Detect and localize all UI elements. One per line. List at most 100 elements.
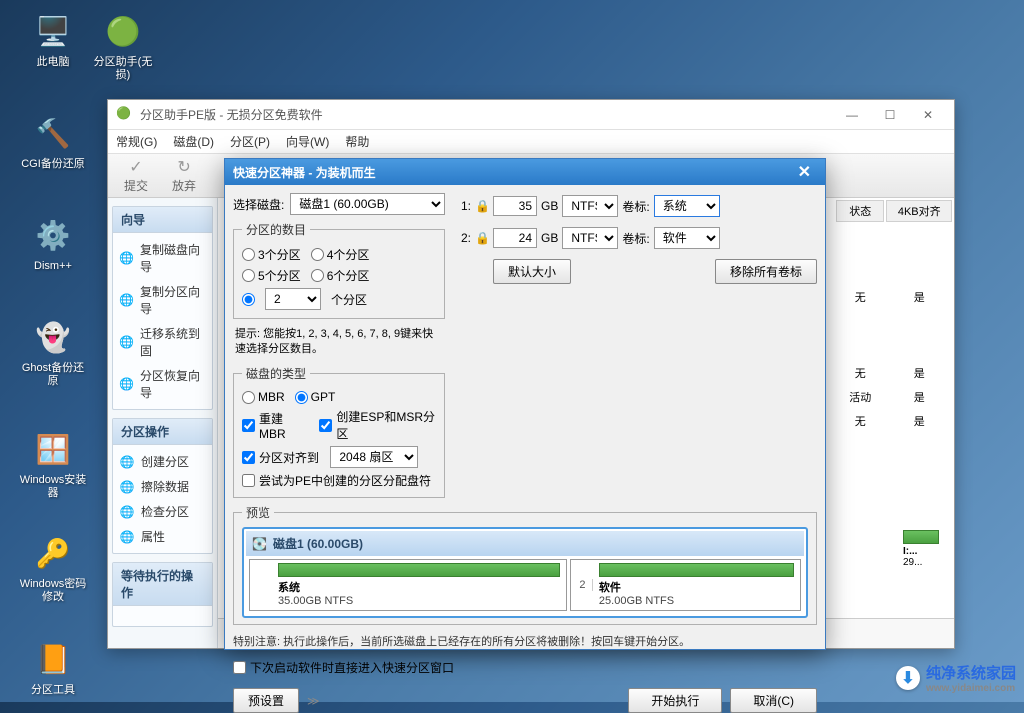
sidebar-item-copy-partition[interactable]: 🌐复制分区向导 [117, 279, 208, 321]
desktop-icon-cgi[interactable]: 🔨CGI备份还原 [18, 112, 88, 171]
custom-count-select[interactable]: 2 [265, 288, 321, 310]
part2-size-input[interactable] [493, 228, 537, 248]
hammer-icon: 🔨 [32, 112, 74, 154]
preview-fieldset: 预览 💽磁盘1 (60.00GB) 系统35.00GB NTFS 2 软件25.… [233, 504, 817, 625]
lock-icon[interactable]: 🔒 [475, 231, 489, 245]
part2-vol-select[interactable]: 软件 [654, 227, 720, 249]
desktop-icon-dism[interactable]: ⚙️Dism++ [18, 214, 88, 273]
props-icon: 🌐 [119, 529, 135, 545]
toolbar-commit[interactable]: ✓提交 [116, 155, 156, 196]
menu-partition[interactable]: 分区(P) [230, 133, 270, 150]
menu-disk[interactable]: 磁盘(D) [173, 133, 214, 150]
sidebar-item-check[interactable]: 🌐检查分区 [117, 499, 208, 524]
desktop-icon-winpass[interactable]: 🔑Windows密码修改 [18, 532, 88, 604]
create-icon: 🌐 [119, 454, 135, 470]
pc-icon: 🖥️ [32, 10, 74, 52]
wipe-icon: 🌐 [119, 479, 135, 495]
radio-gpt[interactable]: GPT [295, 390, 336, 404]
menu-general[interactable]: 常规(G) [116, 133, 157, 150]
windows-icon: 🪟 [32, 428, 74, 470]
preview-part-2[interactable]: 2 软件25.00GB NTFS [570, 559, 801, 611]
app-icon: 🟢 [116, 106, 134, 124]
menubar: 常规(G) 磁盘(D) 分区(P) 向导(W) 帮助 [108, 130, 954, 154]
i-drive-indicator: I:... 29... [903, 530, 939, 568]
migrate-icon: 🌐 [119, 334, 134, 350]
chk-rebuild-mbr[interactable] [242, 419, 255, 432]
dialog-close-button[interactable]: ✕ [792, 162, 817, 182]
sidebar-item-recover[interactable]: 🌐分区恢复向导 [117, 363, 208, 405]
sidebar-item-create[interactable]: 🌐创建分区 [117, 449, 208, 474]
hint-text: 提示: 您能按1, 2, 3, 4, 5, 6, 7, 8, 9键来快速选择分区… [233, 325, 445, 359]
gear-icon: ⚙️ [32, 214, 74, 256]
part2-fs-select[interactable]: NTFS [562, 227, 618, 249]
watermark: ⬇ 纯净系统家园 www.yidaimei.com [896, 662, 1016, 694]
titlebar: 🟢 分区助手PE版 - 无损分区免费软件 — ☐ ✕ [108, 100, 954, 130]
chk-esp-msr[interactable] [319, 419, 332, 432]
quick-partition-dialog: 快速分区神器 - 为装机而生 ✕ 选择磁盘: 磁盘1 (60.00GB) 分区的… [224, 158, 826, 650]
toolbar-discard[interactable]: ↻放弃 [164, 155, 204, 196]
disk-select[interactable]: 磁盘1 (60.00GB) [290, 193, 445, 215]
key-icon: 🔑 [32, 532, 74, 574]
preview-disk-header: 💽磁盘1 (60.00GB) [246, 531, 804, 556]
watermark-icon: ⬇ [896, 666, 920, 690]
partition-table: 状态4KB对齐 无是 无是 活动是 无是 [834, 198, 954, 434]
chk-assign-letter[interactable] [242, 474, 255, 487]
radio-custom[interactable] [242, 293, 255, 306]
partition-count-fieldset: 分区的数目 3个分区 4个分区 5个分区 6个分区 2 个分区 [233, 221, 445, 319]
menu-wizard[interactable]: 向导(W) [286, 133, 329, 150]
check-icon: 🌐 [119, 504, 135, 520]
sidebar: 向导 🌐复制磁盘向导 🌐复制分区向导 🌐迁移系统到固 🌐分区恢复向导 分区操作 … [108, 198, 218, 648]
clear-labels-button[interactable]: 移除所有卷标 [715, 259, 817, 284]
radio-5[interactable]: 5个分区 [242, 267, 301, 284]
chk-align[interactable] [242, 451, 255, 464]
menu-help[interactable]: 帮助 [345, 133, 369, 150]
chevron-icon: ≫ [307, 694, 320, 708]
start-button[interactable]: 开始执行 [628, 688, 722, 713]
select-disk-label: 选择磁盘: [233, 196, 284, 213]
sidebar-item-props[interactable]: 🌐属性 [117, 524, 208, 549]
app-icon: 🟢 [102, 10, 144, 52]
warning-text: 特别注意: 执行此操作后，当前所选磁盘上已经存在的所有分区将被删除！按回车键开始… [233, 631, 817, 651]
minimize-button[interactable]: — [834, 103, 870, 127]
disk-type-fieldset: 磁盘的类型 MBR GPT 重建MBR 创建ESP和MSR分区 分区对齐到 20… [233, 365, 445, 498]
recover-icon: 🌐 [119, 376, 134, 392]
desktop-icon-partition-assistant[interactable]: 🟢分区助手(无损) [88, 10, 158, 82]
maximize-button[interactable]: ☐ [872, 103, 908, 127]
disk-icon: 🌐 [119, 250, 134, 266]
cancel-button[interactable]: 取消(C) [730, 688, 817, 713]
desktop-icon-disktool[interactable]: 📙分区工具 [18, 638, 88, 697]
sidebar-item-wipe[interactable]: 🌐擦除数据 [117, 474, 208, 499]
preset-button[interactable]: 预设置 [233, 688, 299, 713]
part1-size-input[interactable] [493, 196, 537, 216]
disk-icon: 💽 [252, 537, 267, 551]
sidebar-wizard-header: 向导 [113, 207, 212, 233]
dialog-titlebar: 快速分区神器 - 为装机而生 ✕ [225, 159, 825, 185]
chk-auto-open[interactable] [233, 661, 246, 674]
align-select[interactable]: 2048 扇区 [330, 446, 418, 468]
radio-4[interactable]: 4个分区 [311, 246, 370, 263]
desktop-icon-this-pc[interactable]: 🖥️此电脑 [18, 10, 88, 69]
ghost-icon: 👻 [32, 316, 74, 358]
check-icon: ✓ [129, 157, 142, 177]
lock-icon[interactable]: 🔒 [475, 199, 489, 213]
sidebar-pending-header: 等待执行的操作 [113, 563, 212, 606]
partition-row-1: 1: 🔒 GB NTFS 卷标: 系统 [453, 193, 817, 219]
refresh-icon: ↻ [177, 157, 190, 177]
partition-row-2: 2: 🔒 GB NTFS 卷标: 软件 [453, 225, 817, 251]
sidebar-item-migrate[interactable]: 🌐迁移系统到固 [117, 321, 208, 363]
partition-icon: 🌐 [119, 292, 134, 308]
default-size-button[interactable]: 默认大小 [493, 259, 571, 284]
part1-vol-select[interactable]: 系统 [654, 195, 720, 217]
radio-3[interactable]: 3个分区 [242, 246, 301, 263]
diskgenius-icon: 📙 [32, 638, 74, 680]
radio-mbr[interactable]: MBR [242, 390, 285, 404]
close-button[interactable]: ✕ [910, 103, 946, 127]
desktop-icon-ghost[interactable]: 👻Ghost备份还原 [18, 316, 88, 388]
part1-fs-select[interactable]: NTFS [562, 195, 618, 217]
sidebar-item-copy-disk[interactable]: 🌐复制磁盘向导 [117, 237, 208, 279]
window-title: 分区助手PE版 - 无损分区免费软件 [140, 106, 834, 123]
radio-6[interactable]: 6个分区 [311, 267, 370, 284]
sidebar-ops-header: 分区操作 [113, 419, 212, 445]
desktop-icon-wininstall[interactable]: 🪟Windows安装器 [18, 428, 88, 500]
preview-part-1[interactable]: 系统35.00GB NTFS [249, 559, 567, 611]
